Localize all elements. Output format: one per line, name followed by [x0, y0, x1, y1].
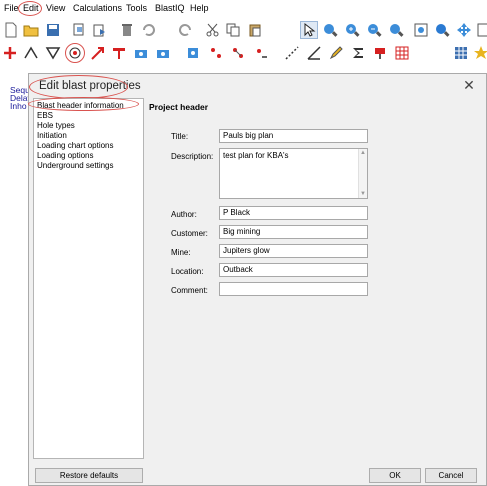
- camera-icon[interactable]: [132, 44, 150, 62]
- author-field[interactable]: P Black: [219, 206, 368, 220]
- copy-icon[interactable]: [224, 21, 242, 39]
- measure-icon[interactable]: [283, 44, 301, 62]
- comment-field[interactable]: [219, 282, 368, 296]
- zoom-extent-icon[interactable]: [412, 21, 430, 39]
- nav-item-loading-options[interactable]: Loading options: [37, 151, 94, 160]
- toolbar-main: [0, 19, 487, 41]
- hole-delete-icon[interactable]: [252, 44, 270, 62]
- zoom-previous-icon[interactable]: [433, 21, 451, 39]
- comment-label: Comment:: [171, 286, 208, 295]
- grid-icon[interactable]: [452, 44, 470, 62]
- delete-icon[interactable]: [118, 21, 136, 39]
- menu-bar: File Edit View Calculations Tools BlastI…: [0, 0, 487, 18]
- scroll-up-icon[interactable]: ▲: [360, 150, 366, 156]
- hole-add-icon[interactable]: [207, 44, 225, 62]
- mine-label: Mine:: [171, 248, 191, 257]
- bg-text-line: Inho: [10, 101, 27, 111]
- undo-icon[interactable]: [140, 21, 158, 39]
- toolbar-draw: [0, 42, 487, 64]
- pencil-icon[interactable]: [327, 44, 345, 62]
- author-label: Author:: [171, 210, 197, 219]
- zoom-fit-icon[interactable]: [387, 21, 405, 39]
- menu-view[interactable]: View: [46, 3, 65, 13]
- new-file-icon[interactable]: [2, 21, 20, 39]
- cut-icon[interactable]: [204, 21, 222, 39]
- paste-icon[interactable]: [246, 21, 264, 39]
- nav-item-loading-chart-options[interactable]: Loading chart options: [37, 141, 114, 150]
- export-icon[interactable]: [90, 21, 108, 39]
- close-icon[interactable]: ✕: [462, 78, 476, 92]
- menu-calculations[interactable]: Calculations: [73, 3, 122, 13]
- location-label: Location:: [171, 267, 204, 276]
- menu-help[interactable]: Help: [190, 3, 209, 13]
- text-icon[interactable]: [110, 44, 128, 62]
- redo-icon[interactable]: [176, 21, 194, 39]
- edit-blast-properties-dialog: Edit blast properties ✕ Blast header inf…: [28, 73, 487, 486]
- zoom-out-icon[interactable]: [365, 21, 383, 39]
- cancel-button[interactable]: Cancel: [425, 468, 477, 483]
- menu-tools[interactable]: Tools: [126, 3, 147, 13]
- title-field[interactable]: Pauls big plan: [219, 129, 368, 143]
- highlight-circle: [65, 43, 85, 63]
- sign-icon[interactable]: [371, 44, 389, 62]
- nav-item-hole-types[interactable]: Hole types: [37, 121, 75, 130]
- sigma-icon[interactable]: [349, 44, 367, 62]
- nav-item-underground-settings[interactable]: Underground settings: [37, 161, 114, 170]
- highlight-circle: [18, 1, 42, 16]
- note-icon[interactable]: [474, 21, 487, 39]
- menu-file[interactable]: File: [4, 3, 19, 13]
- camera-alt-icon[interactable]: [154, 44, 172, 62]
- menu-blastiq[interactable]: BlastIQ: [155, 3, 185, 13]
- add-point-icon[interactable]: [1, 44, 19, 62]
- hole-icon[interactable]: [184, 44, 202, 62]
- nav-item-ebs[interactable]: EBS: [37, 111, 53, 120]
- title-label: Title:: [171, 132, 189, 141]
- location-field[interactable]: Outback: [219, 263, 368, 277]
- description-scrollbar[interactable]: ▲ ▼: [358, 149, 367, 198]
- open-folder-icon[interactable]: [22, 21, 40, 39]
- settings-nav-list: Blast header information EBS Hole types …: [33, 98, 144, 459]
- zoom-window-icon[interactable]: [321, 21, 339, 39]
- pointer-icon[interactable]: [300, 21, 318, 39]
- zoom-in-icon[interactable]: [343, 21, 361, 39]
- section-title: Project header: [149, 102, 209, 112]
- mine-field[interactable]: Jupiters glow: [219, 244, 368, 258]
- scroll-down-icon[interactable]: ▼: [360, 191, 366, 197]
- description-label: Description:: [171, 152, 214, 161]
- customer-label: Customer:: [171, 229, 208, 238]
- description-text: test plan for KBA's: [223, 151, 289, 160]
- highlight-circle: [28, 97, 139, 111]
- nav-item-initiation[interactable]: Initiation: [37, 131, 67, 140]
- save-icon[interactable]: [44, 21, 62, 39]
- table-icon[interactable]: [393, 44, 411, 62]
- triangle-icon[interactable]: [44, 44, 62, 62]
- star-icon[interactable]: [472, 44, 487, 62]
- arrow-icon[interactable]: [89, 44, 107, 62]
- customer-field[interactable]: Big mining: [219, 225, 368, 239]
- copy-page-icon[interactable]: [70, 21, 88, 39]
- polyline-icon[interactable]: [22, 44, 40, 62]
- highlight-circle: [29, 75, 128, 99]
- description-field[interactable]: test plan for KBA's ▲ ▼: [219, 148, 368, 199]
- ok-button[interactable]: OK: [369, 468, 421, 483]
- measure-angle-icon[interactable]: [305, 44, 323, 62]
- restore-defaults-button[interactable]: Restore defaults: [35, 468, 143, 483]
- pan-icon[interactable]: [455, 21, 473, 39]
- hole-move-icon[interactable]: [229, 44, 247, 62]
